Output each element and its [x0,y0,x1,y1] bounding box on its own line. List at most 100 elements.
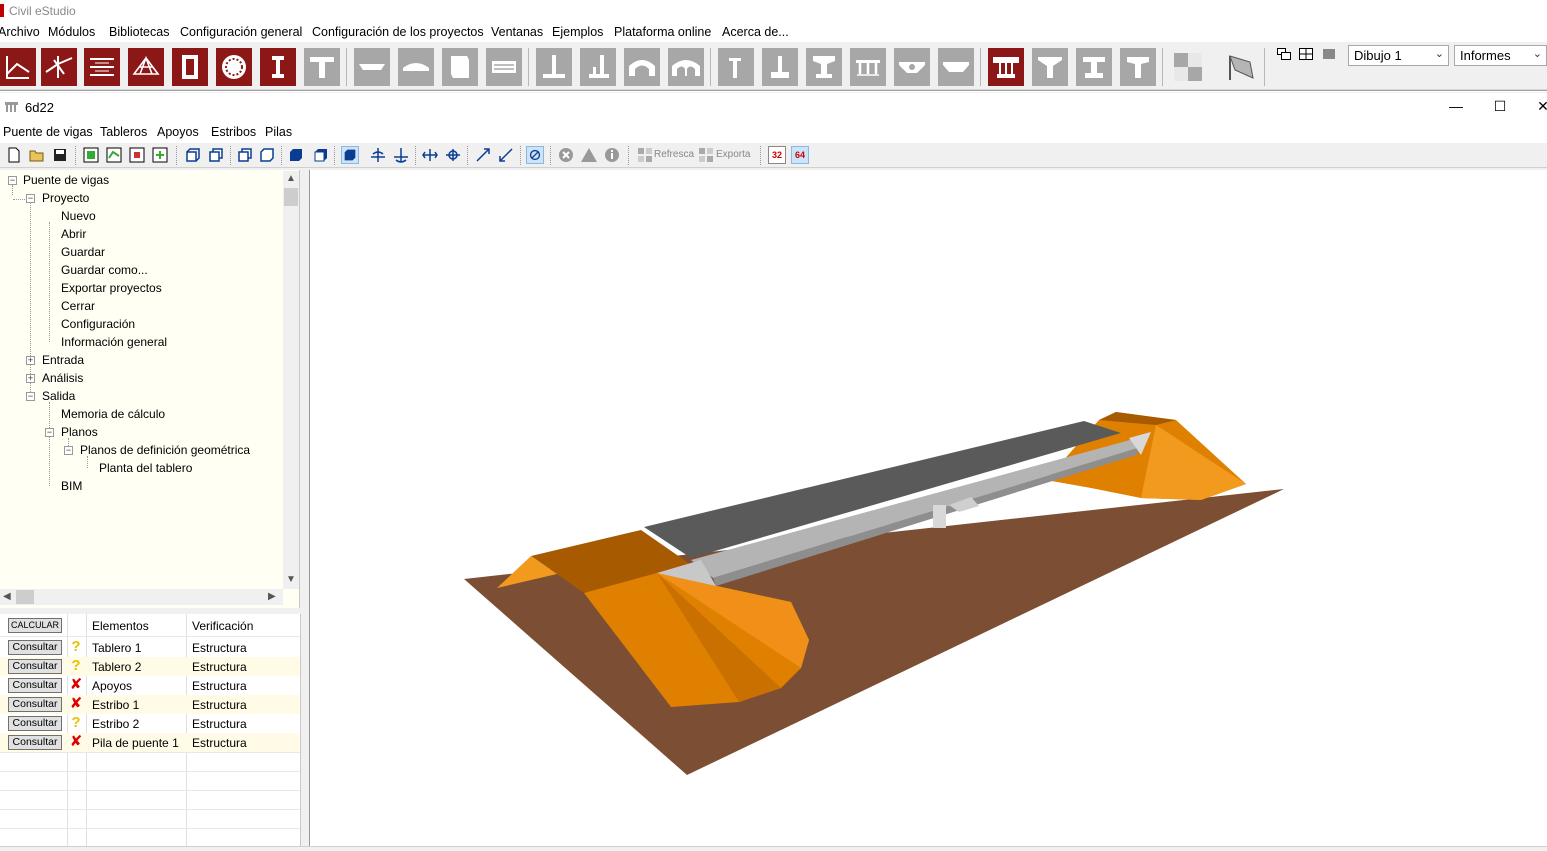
tile-windows-icon[interactable] [1299,48,1313,60]
view-front-icon[interactable] [184,146,202,164]
bits-64-button[interactable]: 64 [791,146,809,164]
tree-item-guardar-como[interactable]: Guardar como... [61,263,148,277]
module-wall-button[interactable] [442,48,478,86]
module-flag-button[interactable] [1222,48,1258,86]
clear-icon[interactable] [557,146,575,164]
scroll-right-icon[interactable]: ▶ [268,591,276,602]
collapse-icon[interactable]: − [26,392,35,401]
module-t-pier-button[interactable] [1120,48,1156,86]
module-alignment-button[interactable] [0,48,36,86]
module-profile-button[interactable] [41,48,77,86]
menu-ejemplos[interactable]: Ejemplos [552,25,603,39]
tree-vertical-scrollbar[interactable]: ▲ ▼ [283,171,299,589]
module-truss-button[interactable] [128,48,164,86]
scroll-thumb[interactable] [16,590,34,604]
module-multi-pier-button[interactable] [850,48,886,86]
module-slab-button[interactable] [354,48,390,86]
view-left-icon[interactable] [236,146,254,164]
pan-horizontal-icon[interactable] [421,146,439,164]
module-sections-button[interactable] [84,48,120,86]
tree-entrada[interactable]: Entrada [42,353,84,367]
module-hammerhead-button[interactable] [806,48,842,86]
module-double-culvert-button[interactable] [668,48,704,86]
zoom-out-icon[interactable] [497,146,515,164]
view-top-icon[interactable] [287,146,305,164]
expand-icon[interactable]: + [26,356,35,365]
warning-icon[interactable] [580,146,598,164]
module-box-girder-button[interactable] [894,48,930,86]
module-cantilever-wall-button[interactable] [580,48,616,86]
drawing-select[interactable]: Dibujo 1 ⌄ [1348,45,1449,66]
consult-button[interactable]: Consultar [8,697,62,712]
tree-item-guardar[interactable]: Guardar [61,245,105,259]
open-folder-icon[interactable] [28,146,46,164]
grid-green-icon-4[interactable] [151,146,169,164]
module-tbeam-button[interactable] [304,48,340,86]
save-icon[interactable] [51,146,69,164]
scroll-thumb[interactable] [284,188,298,206]
tree-item-cerrar[interactable]: Cerrar [61,299,95,313]
refresh-label[interactable]: Refresca [654,149,694,160]
tree-item-exportar-proyectos[interactable]: Exportar proyectos [61,281,162,295]
rotate-x-icon[interactable] [369,146,387,164]
module-arch-slab-button[interactable] [398,48,434,86]
tree-root[interactable]: Puente de vigas [23,173,109,187]
module-culvert-button[interactable] [624,48,660,86]
module-checker-button[interactable] [1170,48,1206,86]
view-solid-icon[interactable] [341,146,359,164]
menu-puente-de-vigas[interactable]: Puente de vigas [3,125,93,139]
menu-modulos[interactable]: Módulos [48,25,95,39]
tree-planos[interactable]: Planos [61,425,98,439]
menu-configuracion-general[interactable]: Configuración general [180,25,302,39]
module-film-button[interactable] [172,48,208,86]
tree-item-abrir[interactable]: Abrir [61,227,86,241]
tree-item-memoria[interactable]: Memoria de cálculo [61,407,165,421]
cascade-windows-icon[interactable] [1277,48,1291,60]
expand-icon[interactable]: + [26,374,35,383]
consult-button[interactable]: Consultar [8,659,62,674]
module-pier-button[interactable] [718,48,754,86]
bits-32-button[interactable]: 32 [768,146,786,164]
collapse-icon[interactable]: − [45,428,54,437]
calculate-button[interactable]: CALCULAR [8,618,62,633]
maximize-button[interactable]: ☐ [1485,98,1515,116]
menu-plataforma-online[interactable]: Plataforma online [614,25,711,39]
export-label[interactable]: Exporta [716,149,750,160]
menu-archivo[interactable]: Archivo [0,25,40,39]
grid-green-icon[interactable] [82,146,100,164]
consult-button[interactable]: Consultar [8,678,62,693]
module-beam-bridge-button[interactable] [988,48,1024,86]
tree-salida[interactable]: Salida [42,389,75,403]
module-circular-button[interactable] [216,48,252,86]
tree-planos-definicion[interactable]: Planos de definición geométrica [80,443,250,457]
rotate-y-icon[interactable] [392,146,410,164]
pan-vertical-icon[interactable] [444,146,462,164]
export-icon[interactable] [697,146,715,164]
refresh-icon[interactable] [636,146,654,164]
module-box-button[interactable] [486,48,522,86]
tree-item-planta-tablero[interactable]: Planta del tablero [99,461,192,475]
scroll-left-icon[interactable]: ◀ [3,591,11,602]
close-button[interactable]: ✕ [1528,98,1547,116]
collapse-icon[interactable]: − [64,446,73,455]
scroll-up-icon[interactable]: ▲ [286,173,296,184]
info-icon[interactable] [603,146,621,164]
tree-item-informacion-general[interactable]: Información general [61,335,167,349]
tree-analisis[interactable]: Análisis [42,371,83,385]
module-column-button[interactable] [260,48,296,86]
tree-item-configuracion[interactable]: Configuración [61,317,135,331]
grid-green-icon-2[interactable] [105,146,123,164]
menu-bibliotecas[interactable]: Bibliotecas [109,25,169,39]
zoom-extents-icon[interactable] [526,146,544,164]
menu-acerca-de[interactable]: Acerca de... [722,25,789,39]
new-file-icon[interactable] [5,146,23,164]
module-trough-button[interactable] [938,48,974,86]
menu-configuracion-proyectos[interactable]: Configuración de los proyectos [312,25,484,39]
collapse-icon[interactable]: − [26,194,35,203]
3d-viewport[interactable] [309,170,1547,846]
menu-apoyos[interactable]: Apoyos [157,125,199,139]
reports-select[interactable]: Informes ⌄ [1454,45,1547,66]
menu-tableros[interactable]: Tableros [100,125,147,139]
module-y-pier-button[interactable] [1032,48,1068,86]
view-right-icon[interactable] [258,146,276,164]
